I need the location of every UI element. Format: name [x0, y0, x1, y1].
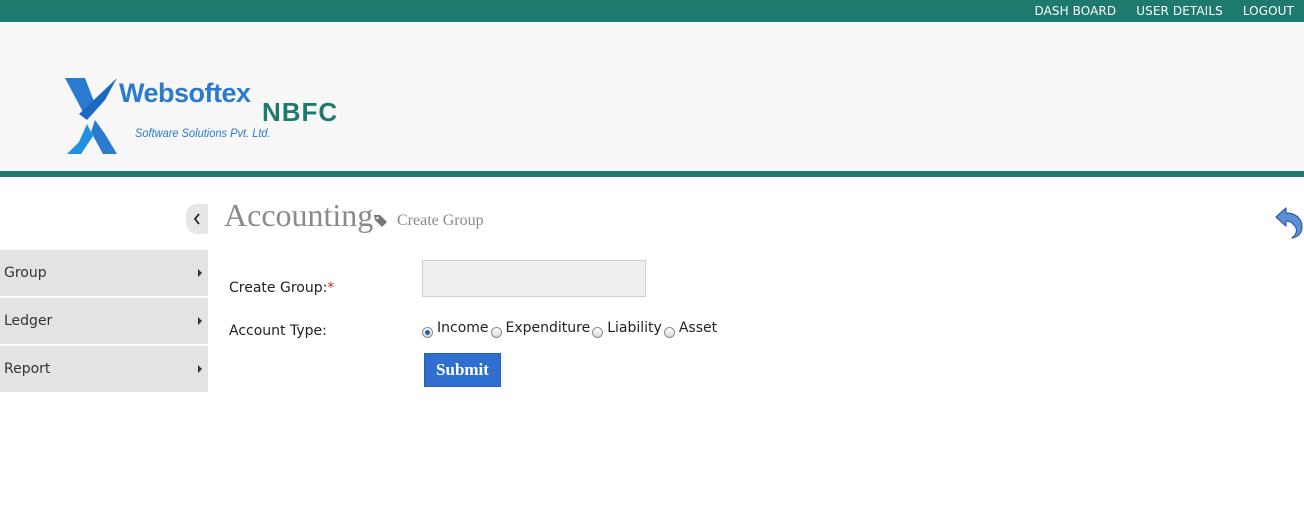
account-type-label: Account Type: [229, 323, 327, 339]
expenditure-radio[interactable] [490, 327, 502, 338]
top-nav: DASH BOARD USER DETAILS LOGOUT [1034, 0, 1294, 22]
logo-x-mark-icon [65, 78, 117, 154]
sidebar-item-label: Ledger [4, 313, 53, 329]
account-type-option-asset[interactable]: Asset [663, 320, 718, 338]
required-marker: * [327, 280, 335, 296]
sidebar: Group Ledger Report [0, 250, 208, 392]
account-type-option-income[interactable]: Income [422, 320, 489, 338]
liability-radio-label: Liability [607, 320, 662, 336]
income-radio-label: Income [437, 320, 489, 336]
page-title: Accounting [224, 197, 374, 233]
tag-icon [374, 215, 387, 227]
asset-radio[interactable] [663, 327, 675, 338]
sidebar-collapse-button[interactable] [186, 204, 208, 234]
dashboard-link[interactable]: DASH BOARD [1034, 4, 1116, 18]
income-radio[interactable] [422, 327, 433, 338]
breadcrumb: Create Group [397, 212, 484, 229]
caret-right-icon [198, 269, 202, 277]
user-details-link[interactable]: USER DETAILS [1136, 4, 1223, 18]
create-group-label: Create Group:* [229, 280, 334, 296]
sidebar-item-label: Report [4, 361, 51, 377]
sidebar-item-report[interactable]: Report [0, 346, 208, 392]
chevron-left-icon [193, 213, 200, 225]
liability-radio[interactable] [592, 327, 604, 338]
sidebar-item-group[interactable]: Group [0, 250, 208, 296]
logo: Websoftex NBFC Software Solutions Pvt. L… [65, 76, 365, 156]
logo-brand-name: Websoftex [119, 78, 251, 108]
header-divider [0, 171, 1304, 177]
caret-right-icon [198, 365, 202, 373]
expenditure-radio-label: Expenditure [505, 320, 591, 336]
account-type-option-liability[interactable]: Liability [592, 320, 662, 338]
create-group-label-text: Create Group: [229, 280, 328, 296]
submit-button[interactable]: Submit [424, 353, 501, 387]
header: Websoftex NBFC Software Solutions Pvt. L… [0, 22, 1304, 171]
caret-right-icon [198, 317, 202, 325]
sidebar-item-ledger[interactable]: Ledger [0, 298, 208, 344]
account-type-option-expenditure[interactable]: Expenditure [490, 320, 591, 338]
create-group-input[interactable] [422, 260, 646, 297]
undo-arrow-icon[interactable] [1272, 205, 1304, 239]
asset-radio-label: Asset [678, 320, 718, 336]
sidebar-item-label: Group [4, 265, 47, 281]
account-type-radio-group: Income Expenditure Liability Asset [422, 320, 719, 338]
logout-link[interactable]: LOGOUT [1243, 4, 1294, 18]
logo-tagline: Software Solutions Pvt. Ltd. [135, 126, 271, 140]
logo-product-name: NBFC [262, 97, 339, 127]
